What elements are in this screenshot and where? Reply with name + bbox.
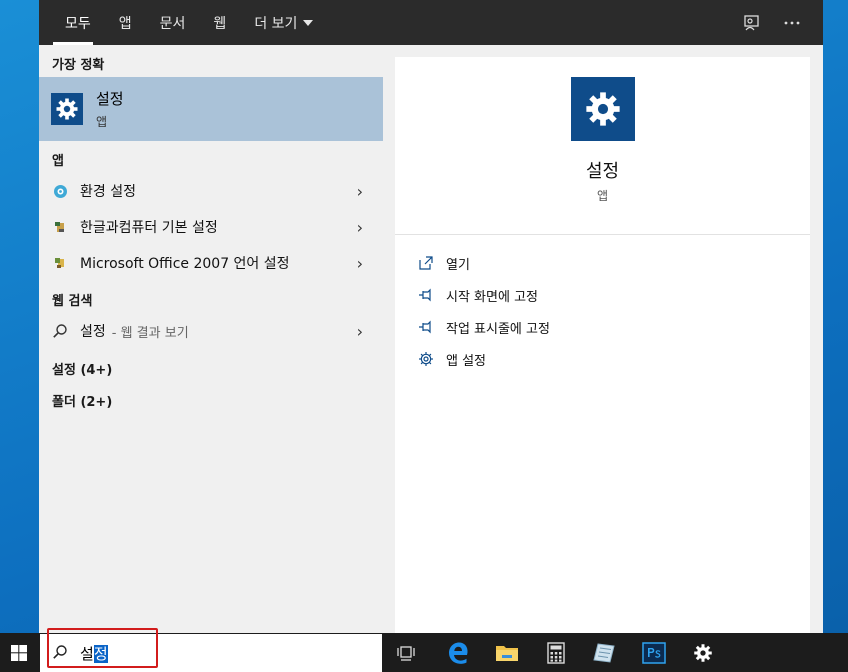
- list-item-label: 한글과컴퓨터 기본 설정: [80, 220, 218, 236]
- list-item-environment-settings[interactable]: 환경 설정 ›: [39, 173, 383, 209]
- preview-app-type: 앱: [596, 189, 609, 203]
- pin-to-taskbar-label: 작업 표시줄에 고정: [446, 321, 550, 337]
- chevron-right-icon[interactable]: ›: [357, 182, 363, 201]
- pin-icon: [417, 318, 435, 336]
- photoshop-icon[interactable]: [640, 639, 668, 667]
- hancom-app-icon: [52, 219, 68, 235]
- preview-pane: 설정 앱 열기 시작 화면에 고정 작업 표시줄에 고정 앱 설정: [383, 45, 823, 633]
- pin-to-start-label: 시작 화면에 고정: [446, 289, 538, 305]
- results-pane: 가장 정확 설정 앱 앱 환경 설정 › 한글과컴퓨터 기본 설정 › Micr…: [39, 45, 383, 633]
- list-item-hancom-settings[interactable]: 한글과컴퓨터 기본 설정 ›: [39, 209, 383, 245]
- list-item-office-language-settings[interactable]: Microsoft Office 2007 언어 설정 ›: [39, 245, 383, 281]
- tab-web-label: 웹: [213, 15, 227, 32]
- pin-to-start-action[interactable]: 시작 화면에 고정: [417, 283, 538, 307]
- open-label: 열기: [446, 257, 470, 273]
- open-icon: [417, 254, 435, 272]
- web-search-result[interactable]: 설정 - 웹 결과 보기 ›: [39, 313, 383, 349]
- task-view-icon[interactable]: [393, 639, 421, 667]
- settings-app-icon: [571, 77, 635, 141]
- open-action[interactable]: 열기: [417, 251, 470, 275]
- list-item-label: Microsoft Office 2007 언어 설정: [80, 256, 290, 272]
- office-app-icon: [52, 255, 68, 271]
- edge-browser-icon[interactable]: [444, 639, 472, 667]
- pin-icon: [417, 286, 435, 304]
- chevron-down-icon: [303, 19, 314, 26]
- best-match-item[interactable]: 설정 앱: [39, 77, 383, 141]
- pin-to-taskbar-action[interactable]: 작업 표시줄에 고정: [417, 315, 550, 339]
- tab-all-label: 모두: [65, 15, 91, 32]
- divider: [395, 234, 810, 235]
- tab-apps-label: 앱: [118, 15, 132, 32]
- best-match-type: 앱: [96, 115, 108, 129]
- web-search-heading: 웹 검색: [52, 294, 93, 309]
- web-search-hint: - 웹 결과 보기: [111, 325, 189, 341]
- notepad-icon[interactable]: [590, 639, 618, 667]
- chevron-right-icon[interactable]: ›: [357, 254, 363, 273]
- preview-app-name: 설정: [585, 161, 620, 182]
- tab-documents-label: 문서: [159, 15, 186, 32]
- control-panel-icon: [52, 183, 68, 199]
- tab-apps[interactable]: 앱: [105, 0, 146, 45]
- feedback-icon[interactable]: [741, 12, 763, 34]
- start-button[interactable]: [0, 633, 38, 672]
- search-icon: [52, 323, 68, 339]
- chevron-right-icon[interactable]: ›: [357, 218, 363, 237]
- tab-more[interactable]: 더 보기: [240, 0, 327, 45]
- search-filter-bar: 모두 앱 문서 웹 더 보기: [39, 0, 823, 45]
- settings-taskbar-icon[interactable]: [689, 639, 717, 667]
- tab-web[interactable]: 웹: [199, 0, 240, 45]
- tab-all[interactable]: 모두: [39, 0, 105, 45]
- app-settings-action[interactable]: 앱 설정: [417, 347, 486, 371]
- best-match-name: 설정: [96, 90, 124, 108]
- more-options-icon[interactable]: [781, 12, 803, 34]
- calculator-icon[interactable]: [542, 639, 570, 667]
- windows-logo-icon: [11, 644, 27, 661]
- chevron-right-icon[interactable]: ›: [357, 322, 363, 341]
- apps-heading: 앱: [52, 154, 64, 169]
- file-explorer-icon[interactable]: [493, 639, 521, 667]
- preview-card: 설정 앱 열기 시작 화면에 고정 작업 표시줄에 고정 앱 설정: [395, 57, 810, 633]
- gear-icon: [417, 350, 435, 368]
- search-highlight-box: [47, 628, 158, 668]
- best-match-heading: 가장 정확: [52, 58, 105, 73]
- settings-app-icon: [51, 93, 83, 125]
- group-settings[interactable]: 설정 (4+): [39, 359, 112, 378]
- app-settings-label: 앱 설정: [446, 353, 487, 369]
- tab-more-label: 더 보기: [254, 15, 298, 32]
- web-search-query: 설정: [80, 324, 106, 340]
- tab-documents[interactable]: 문서: [146, 0, 200, 45]
- list-item-label: 환경 설정: [80, 184, 136, 200]
- group-folders[interactable]: 폴더 (2+): [39, 391, 112, 410]
